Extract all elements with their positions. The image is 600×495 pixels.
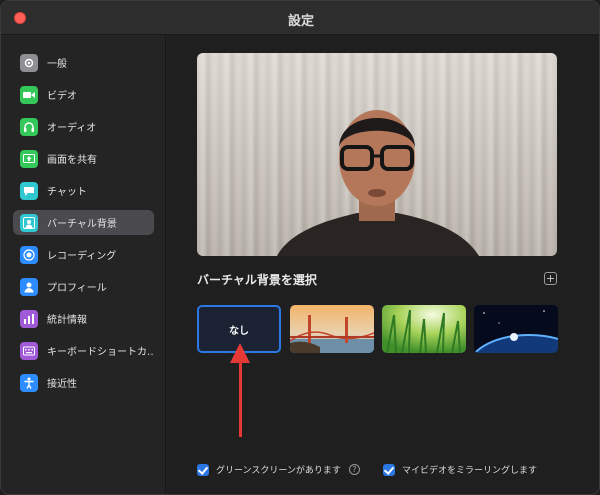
- headphones-icon: [20, 117, 38, 136]
- camera-preview: [197, 53, 557, 256]
- sidebar-item-recording[interactable]: レコーディング: [13, 242, 154, 267]
- sidebar-item-video[interactable]: ビデオ: [13, 82, 154, 107]
- background-option-earth[interactable]: [474, 305, 558, 353]
- sidebar-item-statistics[interactable]: 統計情報: [13, 306, 154, 331]
- grass-image: [382, 305, 466, 353]
- profile-icon: [20, 277, 38, 296]
- add-background-button[interactable]: [544, 272, 557, 285]
- sidebar-item-label: 画面を共有: [47, 155, 97, 166]
- sidebar-item-share-screen[interactable]: 画面を共有: [13, 146, 154, 171]
- sidebar-item-audio[interactable]: オーディオ: [13, 114, 154, 139]
- sidebar-item-label: チャット: [47, 187, 87, 198]
- mirror-video-checkbox[interactable]: [383, 463, 395, 476]
- golden-gate-bridge-image: [290, 305, 374, 353]
- background-option-golden-gate[interactable]: [290, 305, 374, 353]
- virtual-background-icon: [20, 213, 38, 232]
- sidebar-item-label: 統計情報: [47, 315, 87, 326]
- green-screen-option[interactable]: グリーンスクリーンがあります ?: [197, 463, 360, 476]
- person-silhouette: [277, 110, 479, 256]
- settings-sidebar: 一般 ビデオ オーディオ 画面を共有 チャット バーチャル背景 レコーディング …: [1, 35, 166, 494]
- sidebar-item-general[interactable]: 一般: [13, 50, 154, 75]
- share-screen-icon: [20, 149, 38, 168]
- sidebar-item-label: 接近性: [47, 379, 77, 390]
- sidebar-item-keyboard-shortcuts[interactable]: キーボードショートカ…: [13, 338, 154, 363]
- record-icon: [20, 245, 38, 264]
- green-screen-label: グリーンスクリーンがあります: [216, 466, 341, 476]
- settings-window: 設定 一般 ビデオ オーディオ 画面を共有 チャット バーチャル背景 レコーディ…: [0, 0, 600, 495]
- sidebar-item-label: バーチャル背景: [47, 219, 117, 230]
- sidebar-item-chat[interactable]: チャット: [13, 178, 154, 203]
- sidebar-item-virtual-background[interactable]: バーチャル背景: [13, 210, 154, 235]
- chat-icon: [20, 181, 38, 200]
- earth-from-space-image: [474, 305, 558, 353]
- sidebar-item-accessibility[interactable]: 接近性: [13, 370, 154, 395]
- sidebar-item-label: プロフィール: [47, 283, 107, 294]
- background-option-label: なし: [229, 325, 249, 337]
- sidebar-item-profile[interactable]: プロフィール: [13, 274, 154, 299]
- red-arrow-shaft: [239, 362, 242, 437]
- window-title: 設定: [287, 14, 314, 29]
- green-screen-checkbox[interactable]: [197, 463, 209, 476]
- mirror-video-option[interactable]: マイビデオをミラーリングします: [383, 463, 537, 476]
- background-option-grass[interactable]: [382, 305, 466, 353]
- gear-icon: [20, 53, 38, 72]
- sidebar-item-label: ビデオ: [47, 91, 77, 102]
- section-title: バーチャル背景を選択: [197, 273, 317, 287]
- keyboard-icon: [20, 341, 38, 360]
- accessibility-icon: [20, 373, 38, 392]
- sidebar-item-label: キーボードショートカ…: [47, 347, 154, 358]
- sidebar-item-label: レコーディング: [47, 251, 117, 262]
- video-icon: [20, 85, 38, 104]
- red-arrow-head: [230, 343, 250, 363]
- mirror-video-label: マイビデオをミラーリングします: [402, 466, 538, 476]
- title-bar: 設定: [1, 1, 599, 35]
- help-icon[interactable]: ?: [348, 464, 360, 475]
- sidebar-item-label: オーディオ: [47, 123, 97, 134]
- statistics-icon: [20, 309, 38, 328]
- sidebar-item-label: 一般: [47, 59, 67, 70]
- virtual-background-panel: バーチャル背景を選択 なし グリーンスクリーンがあります ? マイビデオをミラー…: [167, 35, 599, 494]
